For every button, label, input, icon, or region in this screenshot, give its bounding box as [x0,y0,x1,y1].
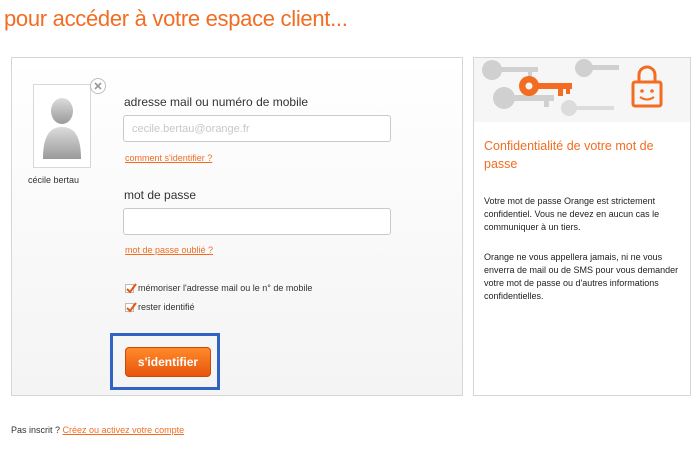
info-paragraph-2: Orange ne vous appellera jamais, ni ne v… [484,252,679,301]
user-silhouette-icon [43,98,81,159]
lock-icon [631,65,663,108]
page-title: pour accéder à votre espace client... [4,6,348,31]
identify-help-link[interactable]: comment s'identifier ? [125,153,212,163]
login-panel: cécile bertau adresse mail ou numéro de … [11,57,463,396]
signup-prompt: Pas inscrit ? [11,425,61,435]
signup-row: Pas inscrit ? Créez ou activez votre com… [11,425,184,435]
password-field[interactable] [123,208,391,235]
email-label: adresse mail ou numéro de mobile [124,95,309,109]
email-field[interactable] [123,115,391,142]
checkmark-icon [126,282,137,294]
checkmark-icon [126,301,137,313]
remember-option: mémoriser l'adresse mail ou le n° de mob… [125,282,313,294]
stay-connected-checkbox[interactable] [125,301,137,313]
keys-icon [482,59,619,116]
password-label: mot de passe [124,188,197,202]
saved-account-name: cécile bertau [28,175,80,185]
remember-checkbox[interactable] [125,282,137,294]
info-banner [474,58,690,122]
remember-label: mémoriser l'adresse mail ou le n° de mob… [138,283,313,293]
info-panel: Confidentialité de votre mot de passe Vo… [473,57,691,396]
signup-link[interactable]: Créez ou activez votre compte [63,425,185,435]
stay-connected-option: rester identifié [125,301,195,313]
info-title: Confidentialité de votre mot de passe [484,139,654,171]
remove-account-icon[interactable] [90,78,106,94]
saved-account-avatar[interactable] [33,84,91,168]
forgot-password-link[interactable]: mot de passe oublié ? [125,245,213,255]
login-button[interactable]: s'identifier [125,347,211,377]
stay-connected-label: rester identifié [138,302,195,312]
info-paragraph-1: Votre mot de passe Orange est strictemen… [484,196,660,232]
